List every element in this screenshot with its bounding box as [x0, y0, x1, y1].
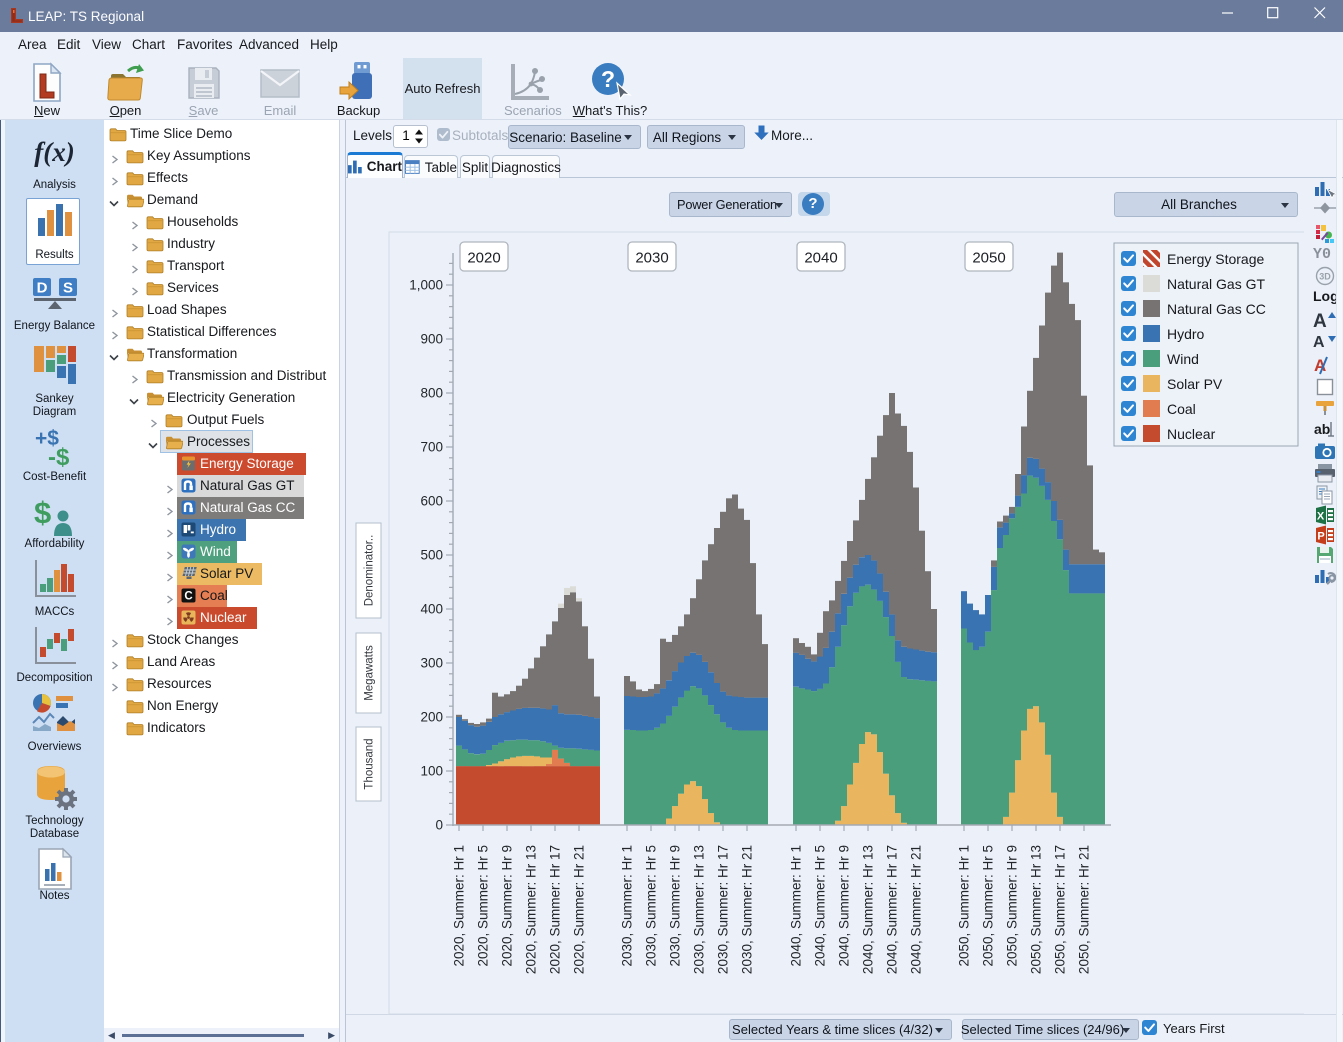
- svg-text:Y0: Y0: [1313, 246, 1331, 260]
- svg-text:X: X: [1317, 511, 1325, 523]
- svg-text:-$: -$: [48, 444, 70, 469]
- svg-text:ab: ab: [1314, 421, 1330, 437]
- svg-text:Natural Gas CC: Natural Gas CC: [1167, 301, 1266, 317]
- svg-text:2020, Summer: Hr 21: 2020, Summer: Hr 21: [572, 845, 587, 974]
- svg-text:2030, Summer: Hr 21: 2030, Summer: Hr 21: [740, 845, 755, 974]
- svg-text:2050, Summer: Hr 5: 2050, Summer: Hr 5: [981, 845, 996, 967]
- svg-text:400: 400: [420, 602, 443, 617]
- svg-text:2040, Summer: Hr 13: 2040, Summer: Hr 13: [861, 845, 876, 974]
- svg-text:Thousand: Thousand: [364, 738, 376, 789]
- svg-text:700: 700: [420, 440, 443, 455]
- svg-text:800: 800: [420, 386, 443, 401]
- svg-text:2020, Summer: Hr 9: 2020, Summer: Hr 9: [500, 845, 515, 967]
- svg-text:2020, Summer: Hr 5: 2020, Summer: Hr 5: [476, 845, 491, 967]
- svg-text:2050, Summer: Hr 9: 2050, Summer: Hr 9: [1005, 845, 1020, 967]
- svg-text:2030: 2030: [635, 250, 668, 267]
- svg-text:Hydro: Hydro: [1167, 326, 1205, 342]
- svg-text:2040, Summer: Hr 21: 2040, Summer: Hr 21: [909, 845, 924, 974]
- svg-text:2040: 2040: [804, 250, 837, 267]
- svg-text:2040, Summer: Hr 1: 2040, Summer: Hr 1: [789, 845, 804, 967]
- svg-text:2040, Summer: Hr 9: 2040, Summer: Hr 9: [837, 845, 852, 967]
- svg-text:3D: 3D: [1319, 272, 1331, 282]
- svg-text:2020, Summer: Hr 13: 2020, Summer: Hr 13: [524, 845, 539, 974]
- svg-text:2040, Summer: Hr 17: 2040, Summer: Hr 17: [885, 845, 900, 974]
- svg-text:2020, Summer: Hr 17: 2020, Summer: Hr 17: [548, 845, 563, 974]
- svg-text:2040, Summer: Hr 5: 2040, Summer: Hr 5: [813, 845, 828, 967]
- svg-text:Natural Gas GT: Natural Gas GT: [1167, 276, 1265, 292]
- svg-text:900: 900: [420, 332, 443, 347]
- svg-text:C: C: [184, 591, 192, 603]
- svg-text:2030, Summer: Hr 1: 2030, Summer: Hr 1: [620, 845, 635, 967]
- svg-text:2030, Summer: Hr 17: 2030, Summer: Hr 17: [716, 845, 731, 974]
- svg-text:1,000: 1,000: [409, 278, 443, 293]
- svg-text:2050, Summer: Hr 17: 2050, Summer: Hr 17: [1053, 845, 1068, 974]
- svg-text:Megawatts: Megawatts: [364, 645, 376, 701]
- svg-text:2020: 2020: [467, 250, 500, 267]
- svg-text:2020, Summer: Hr 1: 2020, Summer: Hr 1: [452, 845, 467, 967]
- svg-text:Solar PV: Solar PV: [1167, 376, 1223, 392]
- svg-text:D: D: [36, 280, 47, 297]
- svg-text:2030, Summer: Hr 5: 2030, Summer: Hr 5: [644, 845, 659, 967]
- svg-text:P: P: [1317, 531, 1324, 543]
- svg-text:$: $: [34, 495, 51, 530]
- svg-text:2050, Summer: Hr 1: 2050, Summer: Hr 1: [957, 845, 972, 967]
- svg-text:2050, Summer: Hr 13: 2050, Summer: Hr 13: [1029, 845, 1044, 974]
- svg-text:Wind: Wind: [1167, 351, 1199, 367]
- svg-text:2030, Summer: Hr 9: 2030, Summer: Hr 9: [668, 845, 683, 967]
- svg-text:100: 100: [420, 764, 443, 779]
- svg-text:S: S: [62, 280, 72, 297]
- svg-text:300: 300: [420, 656, 443, 671]
- svg-text:2050: 2050: [972, 250, 1005, 267]
- svg-text:Energy Storage: Energy Storage: [1167, 251, 1264, 267]
- svg-text:500: 500: [420, 548, 443, 563]
- svg-text:A: A: [1313, 311, 1327, 330]
- svg-text:Denominator..: Denominator..: [364, 535, 376, 607]
- svg-text:Nuclear: Nuclear: [1167, 426, 1216, 442]
- svg-text:600: 600: [420, 494, 443, 509]
- svg-text:?: ?: [601, 66, 615, 92]
- svg-text:0: 0: [435, 818, 443, 833]
- svg-text:2050, Summer: Hr 21: 2050, Summer: Hr 21: [1077, 845, 1092, 974]
- svg-text:A: A: [1313, 334, 1325, 351]
- svg-text:2030, Summer: Hr 13: 2030, Summer: Hr 13: [692, 845, 707, 974]
- svg-text:200: 200: [420, 710, 443, 725]
- svg-text:Coal: Coal: [1167, 401, 1196, 417]
- svg-text:Log: Log: [1313, 288, 1338, 304]
